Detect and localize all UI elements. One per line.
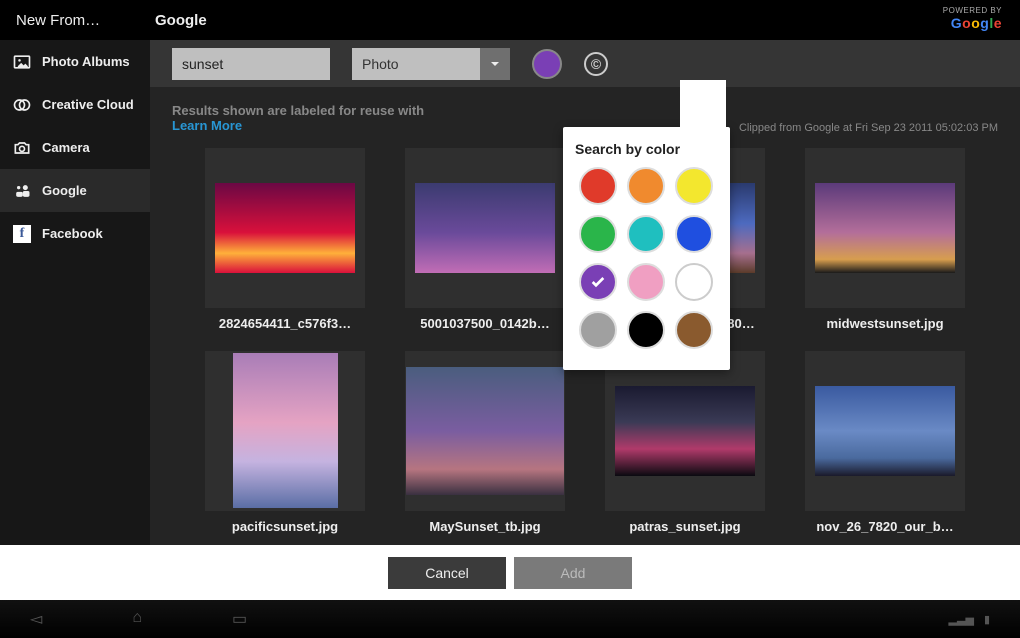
results-info-text: Results shown are labeled for reuse with <box>172 103 424 118</box>
header-source: Google <box>155 12 207 29</box>
thumbnail-box <box>205 148 365 308</box>
thumbnail-image <box>215 183 355 273</box>
thumbnail-filename: pacificsunset.jpg <box>232 519 338 534</box>
android-nav-bar: ◅ ⌂ ▭ ▂▃▅ ▮ <box>0 600 1020 638</box>
sidebar-item-google[interactable]: Google <box>0 169 150 212</box>
nav-icons: ◅ ⌂ ▭ <box>30 609 247 629</box>
color-option[interactable] <box>627 215 665 253</box>
color-grid <box>575 167 718 351</box>
sidebar-item-photo-albums[interactable]: Photo Albums <box>0 40 150 83</box>
thumbnail-image <box>233 353 338 508</box>
sidebar-item-label: Photo Albums <box>42 54 130 69</box>
thumbnail-filename: midwestsunset.jpg <box>826 316 943 331</box>
cancel-button[interactable]: Cancel <box>388 557 506 589</box>
camera-icon <box>12 138 32 158</box>
battery-icon: ▮ <box>984 613 990 626</box>
search-type-value: Photo <box>362 56 399 72</box>
color-filter-button[interactable] <box>532 49 562 79</box>
result-thumbnail[interactable]: MaySunset_tb.jpg <box>400 351 570 536</box>
search-input[interactable] <box>172 48 330 80</box>
powered-by-google: POWERED BY Google <box>943 6 1002 31</box>
result-thumbnail[interactable]: 2824654411_c576f3… <box>200 148 370 333</box>
sidebar-item-label: Facebook <box>42 226 103 241</box>
header-title: New From… <box>16 12 151 29</box>
color-option[interactable] <box>579 215 617 253</box>
powered-by-label: POWERED BY <box>943 6 1002 15</box>
thumbnail-box <box>805 148 965 308</box>
color-option[interactable] <box>579 311 617 349</box>
facebook-icon: f <box>12 224 32 244</box>
color-option[interactable] <box>627 167 665 205</box>
thumbnail-filename: 5001037500_0142b… <box>420 316 549 331</box>
result-thumbnail[interactable]: nov_26_7820_our_b… <box>800 351 970 536</box>
thumbnail-filename: nov_26_7820_our_b… <box>816 519 953 534</box>
status-bar: ▂▃▅ ▮ <box>949 613 990 626</box>
sidebar-item-label: Google <box>42 183 87 198</box>
learn-more-link[interactable]: Learn More <box>172 118 242 133</box>
search-type-select[interactable]: Photo <box>352 48 510 80</box>
add-button: Add <box>514 557 632 589</box>
color-option[interactable] <box>675 311 713 349</box>
sidebar-item-creative-cloud[interactable]: Creative Cloud <box>0 83 150 126</box>
thumbnail-box <box>605 351 765 511</box>
thumbnail-image <box>815 386 955 476</box>
thumbnail-box <box>205 351 365 511</box>
thumbnail-box <box>405 351 565 511</box>
result-thumbnail[interactable]: pacificsunset.jpg <box>200 351 370 536</box>
photo-albums-icon <box>12 52 32 72</box>
back-icon[interactable]: ◅ <box>30 609 42 629</box>
sidebar-item-label: Camera <box>42 140 90 155</box>
wifi-icon: ▂▃▅ <box>949 613 974 626</box>
footer-bar: Cancel Add <box>0 545 1020 600</box>
color-option[interactable] <box>675 215 713 253</box>
home-icon[interactable]: ⌂ <box>132 609 142 629</box>
creative-cloud-icon <box>12 95 32 115</box>
color-option[interactable] <box>579 263 617 301</box>
thumbnail-image <box>815 183 955 273</box>
thumbnail-box <box>805 351 965 511</box>
thumbnail-filename: MaySunset_tb.jpg <box>429 519 540 534</box>
clipped-timestamp: Clipped from Google at Fri Sep 23 2011 0… <box>739 122 998 134</box>
color-option[interactable] <box>579 167 617 205</box>
thumbnail-box <box>405 148 565 308</box>
google-logo: Google <box>943 15 1002 31</box>
color-option[interactable] <box>675 167 713 205</box>
copyright-icon[interactable]: © <box>584 52 608 76</box>
sidebar-item-camera[interactable]: Camera <box>0 126 150 169</box>
color-popover-title: Search by color <box>575 141 718 157</box>
thumbnail-image <box>415 183 555 273</box>
sidebar-item-label: Creative Cloud <box>42 97 134 112</box>
color-option[interactable] <box>627 311 665 349</box>
google-icon <box>12 181 32 201</box>
dropdown-arrow-icon <box>480 48 510 80</box>
color-option[interactable] <box>627 263 665 301</box>
sidebar: Photo Albums Creative Cloud Camera Googl… <box>0 40 150 545</box>
thumbnail-filename: patras_sunset.jpg <box>629 519 740 534</box>
result-thumbnail[interactable]: patras_sunset.jpg <box>600 351 770 536</box>
thumbnail-image <box>406 367 564 495</box>
thumbnail-image <box>615 386 755 476</box>
content-area: Photo © Results shown are labeled for re… <box>150 40 1020 545</box>
recent-icon[interactable]: ▭ <box>232 609 247 629</box>
search-bar: Photo © <box>150 40 1020 87</box>
sidebar-item-facebook[interactable]: f Facebook <box>0 212 150 255</box>
result-thumbnail[interactable]: 5001037500_0142b… <box>400 148 570 333</box>
header-bar: New From… Google POWERED BY Google <box>0 0 1020 40</box>
color-option[interactable] <box>675 263 713 301</box>
result-thumbnail[interactable]: midwestsunset.jpg <box>800 148 970 333</box>
color-popover: Search by color <box>563 127 730 370</box>
thumbnail-filename: 2824654411_c576f3… <box>219 316 351 331</box>
